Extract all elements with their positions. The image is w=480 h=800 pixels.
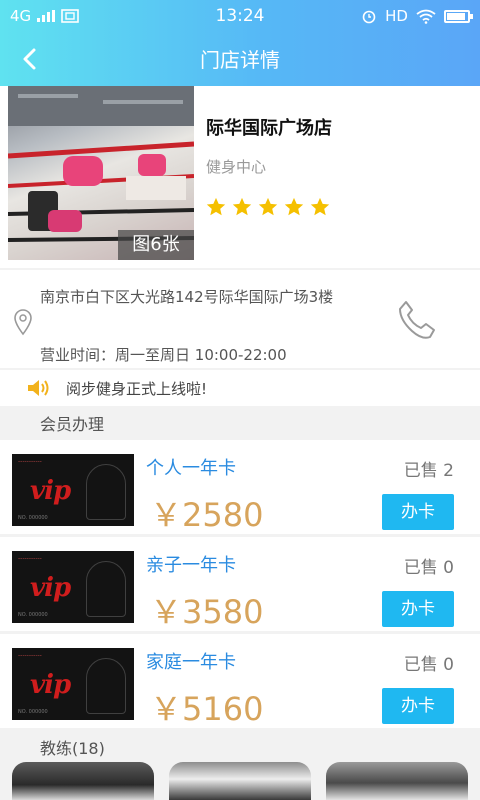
notice-bar[interactable]: 阅步健身正式上线啦! <box>0 370 480 406</box>
photo-count: 图6张 <box>118 230 194 260</box>
coach-photo[interactable] <box>326 762 468 800</box>
vip-card-image: ----------- vip NO. 000000 <box>12 551 134 623</box>
card-name[interactable]: 家庭一年卡 <box>146 648 236 674</box>
apply-card-button[interactable]: 办卡 <box>382 494 454 530</box>
star-icon <box>206 197 226 216</box>
coach-photo[interactable] <box>169 762 311 800</box>
rating-stars <box>205 196 331 218</box>
battery-icon <box>444 9 473 23</box>
alarm-icon <box>362 10 376 24</box>
star-icon <box>284 197 304 216</box>
store-type: 健身中心 <box>206 158 267 176</box>
store-info: 图6张 际华国际广场店 健身中心 <box>0 86 480 268</box>
membership-card[interactable]: ----------- vip NO. 000000 个人一年卡 已售 2 ￥258… <box>0 440 480 534</box>
card-price: ￥2580 <box>150 496 264 534</box>
card-price: ￥3580 <box>150 593 264 631</box>
vip-card-image: ----------- vip NO. 000000 <box>12 454 134 526</box>
card-price: ￥5160 <box>150 690 264 728</box>
membership-section-header: 会员办理 <box>0 406 480 438</box>
speaker-icon <box>28 380 49 396</box>
card-name[interactable]: 个人一年卡 <box>146 454 236 480</box>
hd-label: HD <box>385 7 408 25</box>
coaches-section-header: 教练(18) <box>0 730 480 762</box>
wifi-icon <box>416 9 436 24</box>
card-sold-count: 已售 0 <box>403 655 454 675</box>
header: 4G 13:24 HD 门店详情 <box>0 0 480 86</box>
membership-card[interactable]: ----------- vip NO. 000000 亲子一年卡 已售 0 ￥358… <box>0 537 480 631</box>
card-sold-count: 已售 2 <box>403 461 454 481</box>
coach-photo[interactable] <box>12 762 154 800</box>
business-hours: 营业时间：周一至周日 10:00-22:00 <box>40 346 287 364</box>
address-section: 南京市白下区大光路142号际华国际广场3楼 营业时间：周一至周日 10:00-2… <box>0 270 480 368</box>
vip-card-image: ----------- vip NO. 000000 <box>12 648 134 720</box>
star-icon <box>310 197 330 216</box>
membership-title: 会员办理 <box>40 415 105 434</box>
notice-text: 阅步健身正式上线啦! <box>66 380 208 398</box>
status-right: HD <box>361 7 473 25</box>
membership-card[interactable]: ----------- vip NO. 000000 家庭一年卡 已售 0 ￥516… <box>0 634 480 728</box>
apply-card-button[interactable]: 办卡 <box>382 688 454 724</box>
nav-bar: 门店详情 <box>0 32 480 86</box>
star-icon <box>232 197 252 216</box>
store-address: 南京市白下区大光路142号际华国际广场3楼 <box>40 288 334 306</box>
store-name: 际华国际广场店 <box>206 118 332 139</box>
location-pin-icon <box>14 309 32 336</box>
apply-card-button[interactable]: 办卡 <box>382 591 454 627</box>
phone-icon[interactable] <box>392 296 440 344</box>
coach-list <box>0 762 480 800</box>
status-bar: 4G 13:24 HD <box>0 0 480 32</box>
coaches-title: 教练(18) <box>40 739 105 758</box>
store-photo[interactable]: 图6张 <box>8 86 194 260</box>
page-title: 门店详情 <box>200 48 280 72</box>
card-sold-count: 已售 0 <box>403 558 454 578</box>
star-icon <box>258 197 278 216</box>
card-name[interactable]: 亲子一年卡 <box>146 551 236 577</box>
